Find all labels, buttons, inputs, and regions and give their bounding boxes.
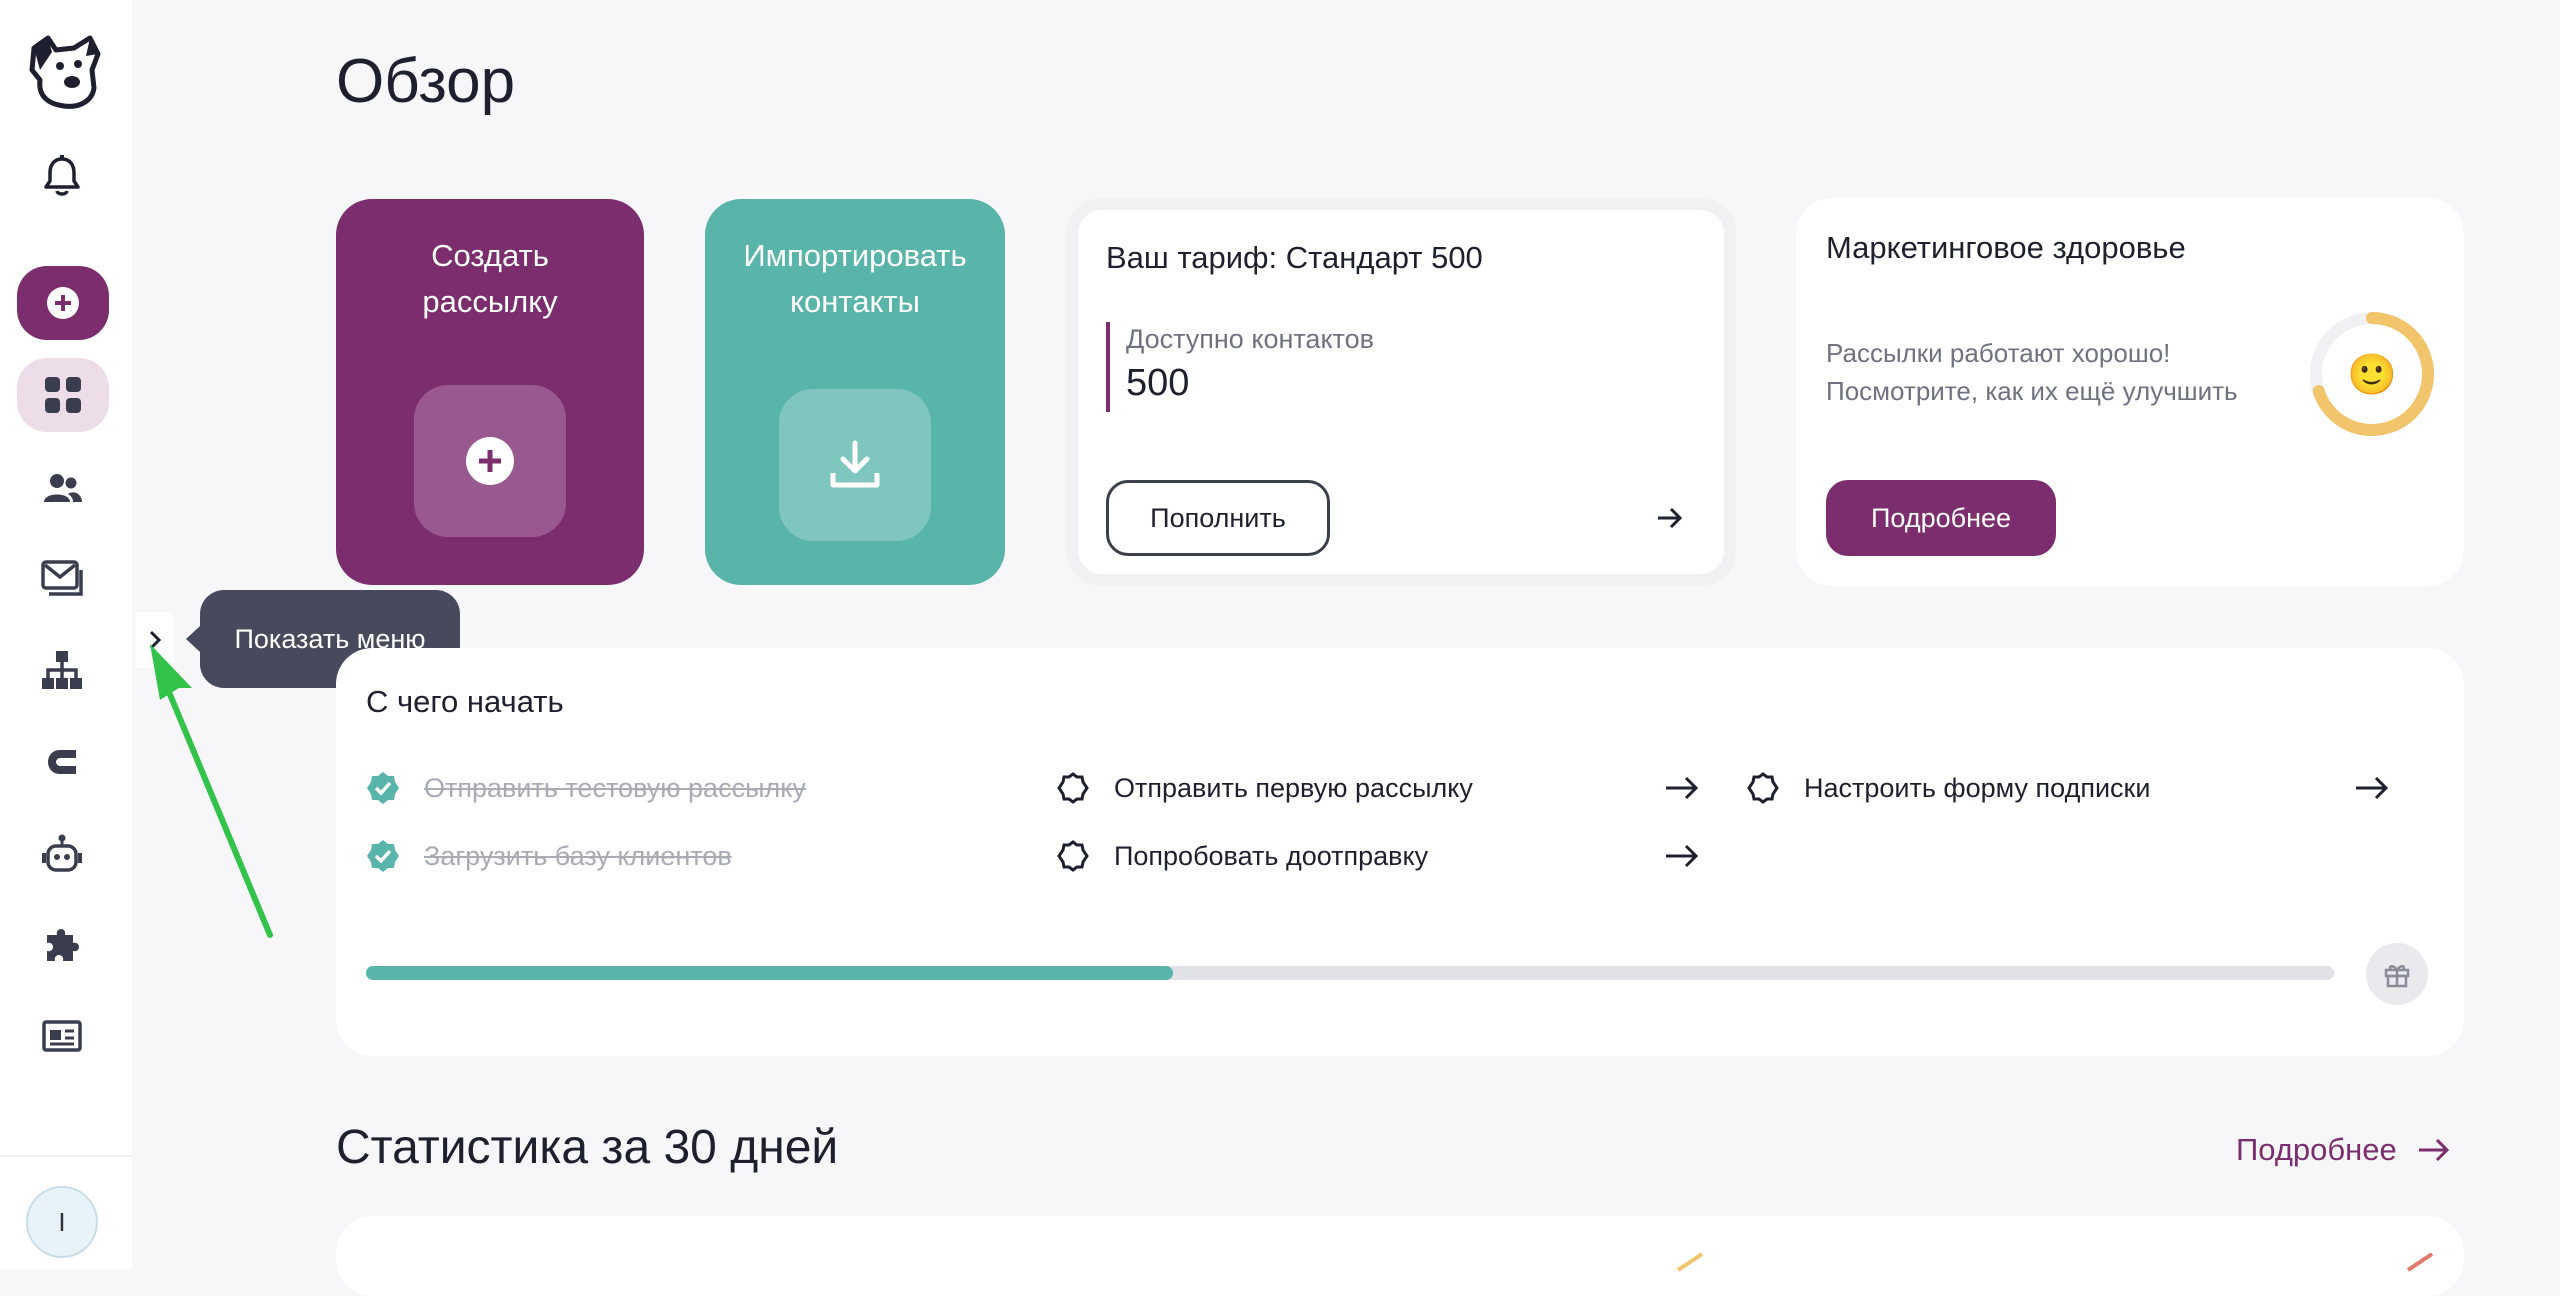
create-campaign-tile[interactable]: Создать рассылку	[336, 199, 644, 585]
tariff-accent-bar	[1106, 322, 1110, 412]
gift-icon	[2384, 965, 2410, 988]
marketing-health-text: Рассылки работают хорошо! Посмотрите, ка…	[1826, 338, 2238, 406]
task-label: Отправить тестовую рассылку	[424, 772, 806, 803]
getting-started-card: С чего начать Отправить тестовую рассылк…	[336, 648, 2464, 1056]
task-upload-base[interactable]: Загрузить базу клиентов	[366, 836, 732, 876]
create-campaign-title: Создать рассылку	[422, 238, 558, 319]
import-contacts-icon-box	[779, 389, 931, 541]
arrow-right-icon	[1658, 507, 1683, 529]
topup-button[interactable]: Пополнить	[1106, 480, 1330, 556]
getting-started-title: С чего начать	[366, 684, 564, 719]
mail-icon[interactable]	[34, 550, 90, 606]
bot-icon[interactable]	[34, 826, 90, 882]
sidebar-divider	[0, 1155, 132, 1157]
task-label: Загрузить базу клиентов	[424, 840, 732, 871]
task-send-test[interactable]: Отправить тестовую рассылку	[366, 768, 806, 808]
stats-title: Статистика за 30 дней	[336, 1121, 839, 1174]
stats-more-link[interactable]: Подробнее	[2236, 1132, 2451, 1168]
download-icon	[830, 440, 880, 488]
chart-line-fragment-icon	[2406, 1252, 2434, 1272]
task-send-first[interactable]: Отправить первую рассылку	[1056, 768, 1473, 808]
dashboard-button[interactable]	[17, 358, 109, 432]
health-score-ring: 🙂	[2310, 312, 2434, 436]
health-more-button[interactable]: Подробнее	[1826, 480, 2056, 556]
check-badge-icon	[367, 772, 399, 804]
task-label: Настроить форму подписки	[1804, 772, 2151, 803]
import-contacts-title: Импортировать контакты	[743, 238, 967, 319]
logo-dog-icon[interactable]	[22, 30, 104, 112]
news-icon[interactable]	[34, 1008, 90, 1064]
empty-badge-icon	[1747, 772, 1779, 804]
gift-button[interactable]	[2366, 943, 2428, 1005]
sidebar: I	[0, 0, 132, 1269]
bell-icon[interactable]	[34, 148, 90, 204]
check-badge-icon	[367, 840, 399, 872]
empty-badge-icon	[1057, 772, 1089, 804]
plus-circle-icon	[47, 287, 79, 319]
empty-badge-icon	[1057, 840, 1089, 872]
progress-fill	[366, 966, 1173, 980]
arrow-right-icon[interactable]	[1662, 768, 1702, 808]
create-button[interactable]	[17, 266, 109, 340]
import-contacts-tile[interactable]: Импортировать контакты	[705, 199, 1005, 585]
magnet-icon[interactable]	[34, 734, 90, 790]
smile-emoji-icon: 🙂	[2347, 353, 2397, 397]
stats-card	[336, 1216, 2464, 1296]
page-title: Обзор	[336, 47, 516, 116]
marketing-health-card: Маркетинговое здоровье Рассылки работают…	[1796, 198, 2464, 586]
arrow-right-icon[interactable]	[2352, 768, 2392, 808]
tariff-title: Ваш тариф: Стандарт 500	[1106, 240, 1483, 275]
task-label: Отправить первую рассылку	[1114, 772, 1473, 803]
available-contacts-value: 500	[1126, 362, 1190, 404]
avatar[interactable]: I	[26, 1186, 98, 1258]
stats-more-label: Подробнее	[2236, 1132, 2397, 1167]
tariff-arrow-button[interactable]	[1638, 486, 1702, 550]
create-campaign-icon-box	[414, 385, 566, 537]
task-setup-form[interactable]: Настроить форму подписки	[1746, 768, 2150, 808]
task-try-resend[interactable]: Попробовать доотправку	[1056, 836, 1428, 876]
arrow-right-icon[interactable]	[1662, 836, 1702, 876]
task-label: Попробовать доотправку	[1114, 840, 1429, 871]
progress-track	[366, 966, 2334, 980]
tariff-card: Ваш тариф: Стандарт 500 Доступно контакт…	[1066, 198, 1736, 586]
puzzle-icon[interactable]	[34, 916, 90, 972]
dashboard-icon	[45, 377, 81, 413]
arrow-right-icon	[2418, 1138, 2449, 1162]
available-contacts-label: Доступно контактов	[1126, 324, 1374, 354]
contacts-icon[interactable]	[34, 460, 90, 516]
chart-line-fragment-icon	[1676, 1252, 1704, 1272]
plus-circle-icon	[466, 437, 514, 485]
sitemap-icon[interactable]	[34, 642, 90, 698]
marketing-health-title: Маркетинговое здоровье	[1826, 230, 2186, 265]
annotation-arrow-icon	[150, 644, 273, 938]
